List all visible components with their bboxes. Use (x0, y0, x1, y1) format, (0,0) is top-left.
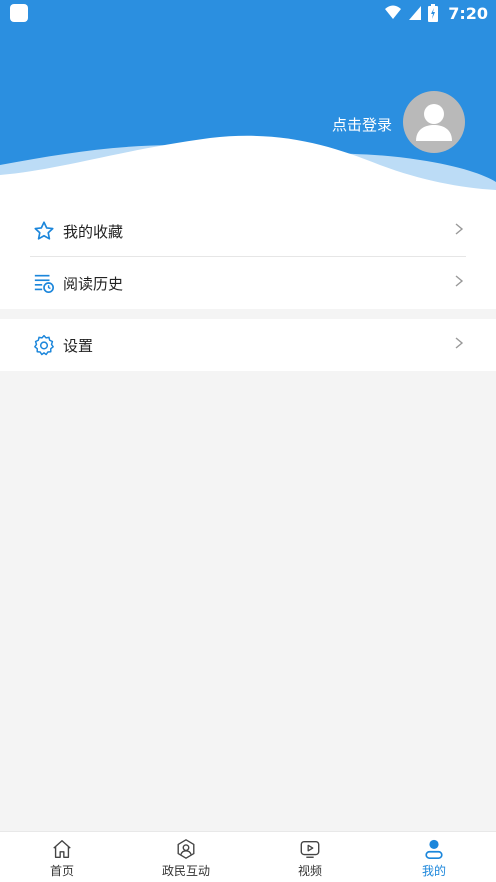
menu-item-settings[interactable]: 设置 (0, 319, 496, 371)
menu-card-primary: 我的收藏 阅读历史 (0, 205, 496, 309)
reading-history-icon (34, 274, 54, 293)
nav-label: 政民互动 (161, 864, 210, 878)
notification-icon (10, 4, 28, 22)
nav-video[interactable]: 视频 (248, 832, 372, 882)
nav-home[interactable]: 首页 (0, 832, 124, 882)
home-icon (53, 840, 71, 858)
bottom-nav: 首页 政民互动 视频 我的 (0, 831, 496, 882)
battery-icon (428, 4, 439, 22)
nav-label: 视频 (297, 864, 322, 878)
menu-item-history[interactable]: 阅读历史 (0, 257, 496, 309)
menu-item-favorites[interactable]: 我的收藏 (0, 205, 496, 257)
star-icon (34, 221, 54, 240)
signal-icon (409, 6, 422, 20)
nav-mine[interactable]: 我的 (372, 832, 496, 882)
chevron-right-icon (455, 337, 464, 349)
menu-item-label: 阅读历史 (63, 275, 124, 293)
nav-label: 首页 (49, 864, 74, 878)
citizen-interaction-icon (177, 839, 195, 859)
profile-header: 7:20 点击登录 (0, 0, 496, 205)
nav-interaction[interactable]: 政民互动 (124, 832, 248, 882)
chevron-right-icon (455, 223, 464, 235)
menu-card-settings: 设置 (0, 319, 496, 371)
status-bar: 7:20 (0, 0, 496, 26)
avatar[interactable] (403, 91, 465, 153)
wifi-icon (385, 5, 402, 19)
default-user-icon (416, 104, 452, 141)
gear-icon (34, 334, 54, 356)
status-time: 7:20 (448, 3, 488, 23)
video-icon (300, 840, 320, 858)
user-icon (425, 839, 443, 859)
status-icons: 7:20 (384, 2, 488, 24)
nav-label: 我的 (421, 864, 446, 878)
menu-item-label: 我的收藏 (63, 223, 124, 241)
menu-item-label: 设置 (63, 337, 94, 355)
chevron-right-icon (455, 275, 464, 287)
login-link[interactable]: 点击登录 (332, 114, 392, 135)
